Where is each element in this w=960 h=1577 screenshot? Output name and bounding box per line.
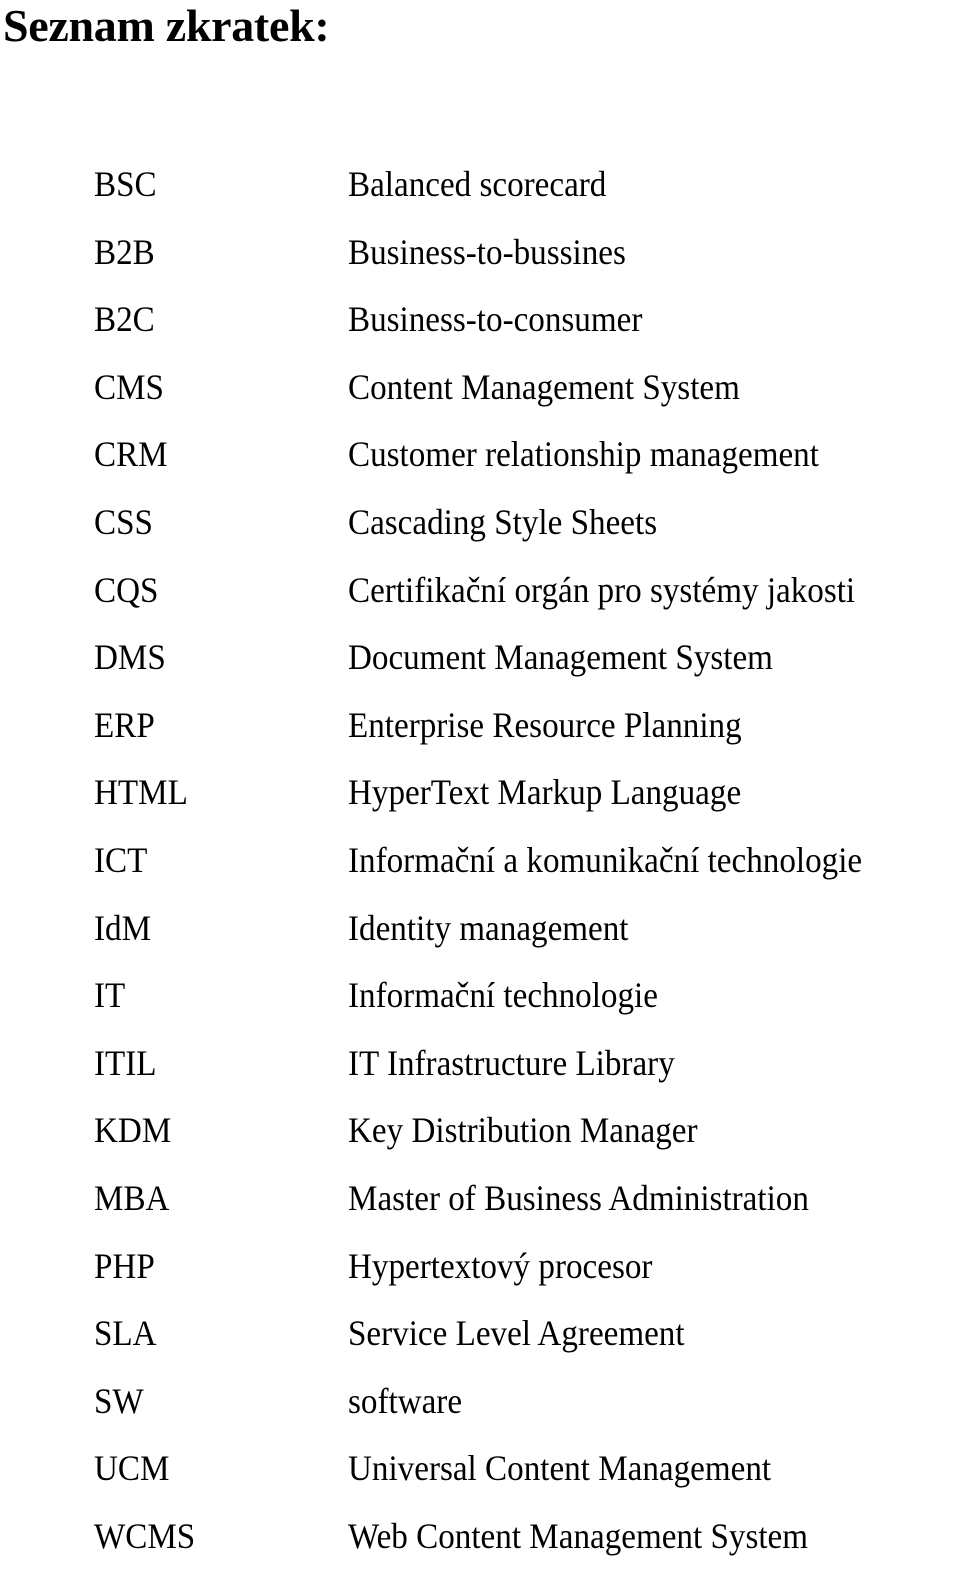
abbreviation-term: B2C	[94, 299, 155, 340]
abbreviation-definition: Document Management System	[348, 637, 773, 678]
abbreviation-definition: Cascading Style Sheets	[348, 501, 658, 542]
abbreviation-definition: IT Infrastructure Library	[348, 1042, 675, 1083]
abbreviation-row: ERP Enterprise Resource Planning	[0, 699, 960, 767]
abbreviation-definition: Informační a komunikační technologie	[348, 839, 863, 880]
abbreviation-row: SW software	[0, 1375, 960, 1443]
abbreviation-definition: Customer relationship management	[348, 434, 819, 475]
abbreviation-term: CQS	[94, 569, 159, 610]
abbreviation-row: PHP Hypertextový procesor	[0, 1240, 960, 1308]
abbreviation-list: BSC Balanced scorecard B2B Business-to-b…	[0, 158, 960, 1577]
abbreviation-row: ICT Informační a komunikační technologie	[0, 834, 960, 902]
abbreviation-term: CRM	[94, 434, 168, 475]
abbreviation-row: B2B Business-to-bussines	[0, 226, 960, 294]
abbreviation-term: IdM	[94, 907, 152, 948]
abbreviation-term: CSS	[94, 501, 153, 542]
abbreviation-definition: software	[348, 1380, 463, 1421]
abbreviation-row: CMS Content Management System	[0, 361, 960, 429]
abbreviation-term: PHP	[94, 1245, 155, 1286]
abbreviation-definition: HyperText Markup Language	[348, 772, 742, 813]
abbreviation-row: WCMS Web Content Management System	[0, 1510, 960, 1577]
abbreviation-definition: Identity management	[348, 907, 629, 948]
abbreviation-term: SW	[94, 1380, 144, 1421]
abbreviation-definition: Balanced scorecard	[348, 164, 607, 204]
abbreviation-term: ICT	[94, 839, 148, 880]
abbreviation-definition: Web Content Management System	[348, 1515, 809, 1556]
abbreviation-term: IT	[94, 975, 126, 1016]
abbreviation-definition: Informační technologie	[348, 975, 658, 1016]
abbreviation-row: UCM Universal Content Management	[0, 1442, 960, 1510]
abbreviation-definition: Key Distribution Manager	[348, 1110, 698, 1151]
abbreviation-definition: Business-to-consumer	[348, 299, 643, 340]
abbreviation-term: B2B	[94, 231, 155, 272]
abbreviation-term: ERP	[94, 704, 155, 745]
abbreviation-row: ITIL IT Infrastructure Library	[0, 1037, 960, 1105]
abbreviation-definition: Certifikační orgán pro systémy jakosti	[348, 569, 856, 610]
abbreviation-term: ITIL	[94, 1042, 157, 1083]
abbreviation-term: UCM	[94, 1448, 170, 1489]
page-title: Seznam zkratek:	[3, 0, 330, 51]
abbreviation-row: KDM Key Distribution Manager	[0, 1104, 960, 1172]
abbreviation-definition: Content Management System	[348, 366, 740, 407]
abbreviation-term: CMS	[94, 366, 164, 407]
abbreviation-row: CRM Customer relationship management	[0, 428, 960, 496]
abbreviation-row: CSS Cascading Style Sheets	[0, 496, 960, 564]
abbreviation-row: IdM Identity management	[0, 902, 960, 970]
abbreviation-row: IT Informační technologie	[0, 969, 960, 1037]
abbreviation-row: B2C Business-to-consumer	[0, 293, 960, 361]
abbreviation-term: BSC	[94, 164, 157, 204]
abbreviation-term: HTML	[94, 772, 188, 813]
abbreviation-term: DMS	[94, 637, 166, 678]
abbreviation-row: SLA Service Level Agreement	[0, 1307, 960, 1375]
abbreviation-term: SLA	[94, 1313, 157, 1354]
abbreviation-row: DMS Document Management System	[0, 631, 960, 699]
abbreviation-definition: Service Level Agreement	[348, 1313, 685, 1354]
abbreviation-definition: Universal Content Management	[348, 1448, 772, 1489]
abbreviation-definition: Master of Business Administration	[348, 1177, 809, 1218]
abbreviation-term: MBA	[94, 1177, 170, 1218]
abbreviation-row: MBA Master of Business Administration	[0, 1172, 960, 1240]
abbreviation-term: WCMS	[94, 1515, 196, 1556]
abbreviation-definition: Business-to-bussines	[348, 231, 626, 272]
abbreviation-row: BSC Balanced scorecard	[0, 158, 960, 226]
abbreviation-term: KDM	[94, 1110, 172, 1151]
abbreviation-definition: Enterprise Resource Planning	[348, 704, 742, 745]
abbreviation-row: CQS Certifikační orgán pro systémy jakos…	[0, 564, 960, 632]
abbreviation-definition: Hypertextový procesor	[348, 1245, 653, 1286]
abbreviation-row: HTML HyperText Markup Language	[0, 766, 960, 834]
